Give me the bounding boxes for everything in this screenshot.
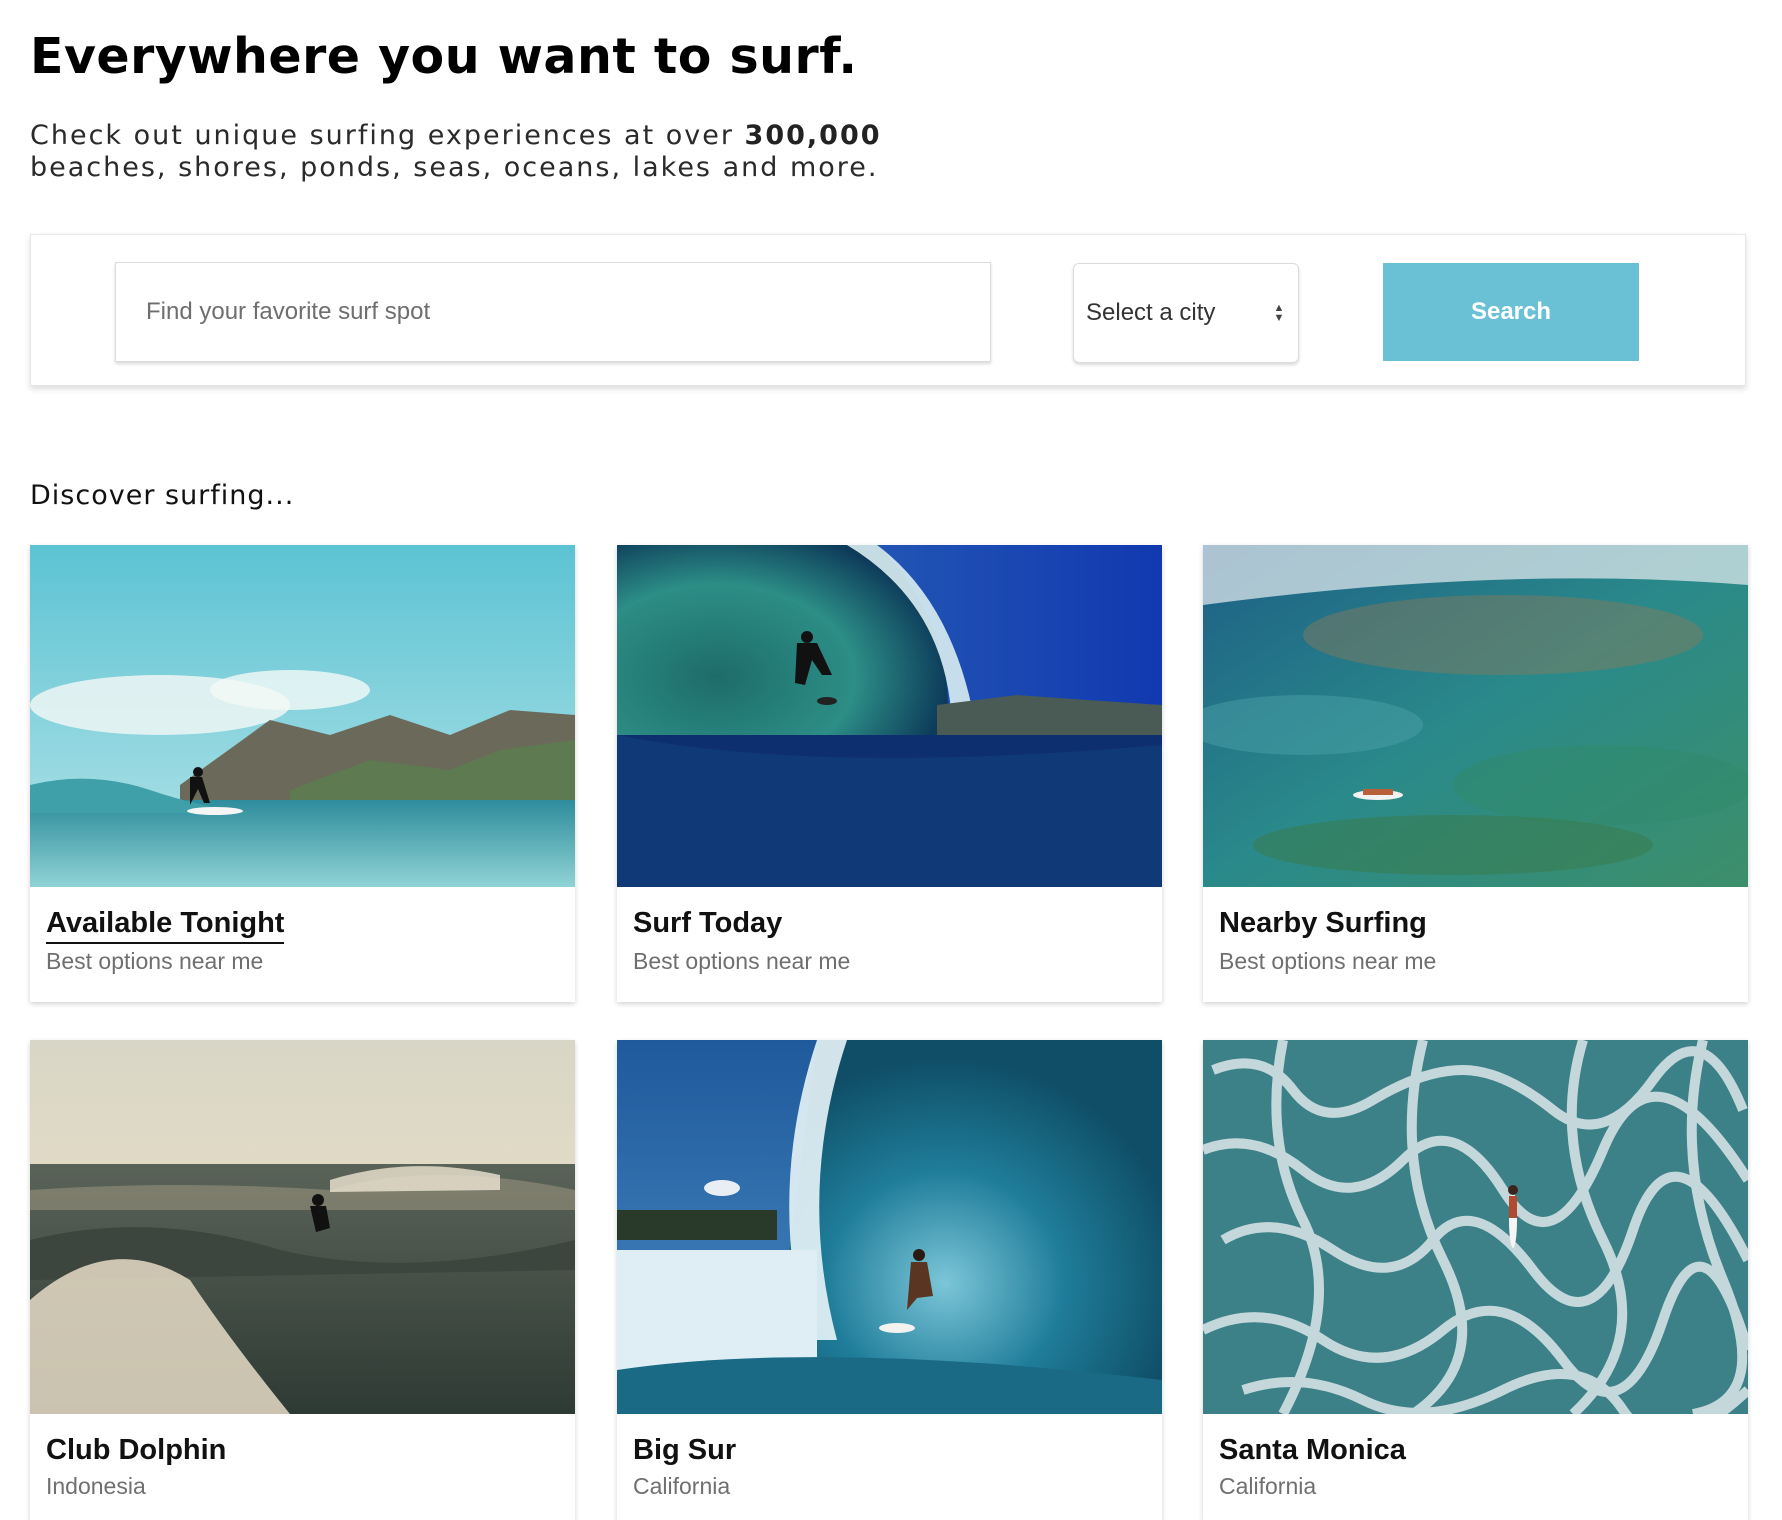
card-club-dolphin[interactable]: Club Dolphin Indonesia (30, 1040, 575, 1520)
tube-ride-photo (617, 1040, 1162, 1414)
hero-subtitle-part1: Check out unique surfing experiences at … (30, 120, 745, 151)
card-subtitle: Best options near me (1219, 948, 1437, 974)
card-subtitle: Best options near me (46, 948, 264, 974)
hero-title: Everywhere you want to surf. (30, 28, 858, 85)
card-title: Available Tonight (46, 907, 285, 944)
city-select-label: Select a city (1086, 299, 1216, 326)
hero-subtitle-count: 300,000 (744, 120, 882, 151)
card-surf-today[interactable]: Surf Today Best options near me (617, 545, 1162, 1002)
hero-subtitle: Check out unique surfing experiences at … (30, 120, 930, 184)
card-title: Club Dolphin (46, 1434, 227, 1466)
card-subtitle: Indonesia (46, 1473, 146, 1499)
search-button[interactable]: Search (1383, 263, 1639, 361)
select-arrows-icon: ▲ ▼ (1273, 302, 1285, 324)
card-subtitle: California (633, 1473, 731, 1499)
barrel-wave-photo (617, 545, 1162, 887)
card-available-tonight[interactable]: Available Tonight Best options near me (30, 545, 575, 1002)
card-title: Surf Today (633, 907, 783, 939)
card-title: Santa Monica (1219, 1434, 1406, 1466)
card-title: Big Sur (633, 1434, 737, 1466)
card-subtitle: Best options near me (633, 948, 851, 974)
search-input[interactable] (115, 262, 991, 362)
sunset-surf-photo (30, 1040, 575, 1414)
card-subtitle: California (1219, 1473, 1317, 1499)
surfer-coastline-photo (30, 545, 575, 887)
foam-aerial-photo (1203, 1040, 1748, 1414)
card-title: Nearby Surfing (1219, 907, 1427, 939)
card-big-sur[interactable]: Big Sur California (617, 1040, 1162, 1520)
aerial-paddler-photo (1203, 545, 1748, 887)
card-nearby-surfing[interactable]: Nearby Surfing Best options near me (1203, 545, 1748, 1002)
city-select[interactable]: Select a city ▲ ▼ (1073, 263, 1299, 363)
search-panel: Select a city ▲▼ Search (30, 234, 1746, 386)
card-santa-monica[interactable]: Santa Monica California (1203, 1040, 1748, 1520)
discover-title: Discover surfing... (30, 480, 295, 511)
hero-subtitle-part2: beaches, shores, ponds, seas, oceans, la… (30, 152, 879, 183)
